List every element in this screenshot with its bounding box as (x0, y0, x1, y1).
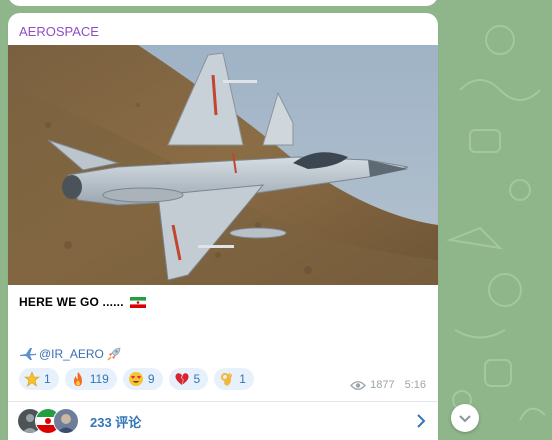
message-text: HERE WE GO ...... (19, 295, 147, 309)
fighter-jet-photo (8, 45, 438, 285)
message-body: HERE WE GO ...... (19, 295, 124, 309)
reaction-count: 9 (147, 372, 155, 386)
fire-icon (73, 372, 82, 386)
message-meta: 1877 5:16 (350, 379, 426, 391)
heart-eyes-icon (128, 372, 143, 386)
reaction-count: 5 (193, 372, 201, 386)
eye-views-icon (350, 380, 366, 390)
reaction-count: 1 (44, 372, 51, 386)
airplane-icon (20, 348, 36, 360)
iran-flag-icon (130, 297, 147, 308)
reaction-count: 1 (239, 372, 246, 386)
reaction-star[interactable]: 1 (19, 368, 59, 390)
views-count: 1877 (370, 379, 395, 391)
channel-name[interactable]: AEROSPACE (19, 24, 99, 39)
reactions-bar: 1 119 9 5 1 (19, 368, 254, 390)
reaction-broken-heart[interactable]: 5 (168, 368, 209, 390)
channel-post: AEROSPACE HERE WE GO ...... @IR_AERO 1 1… (8, 13, 438, 440)
message-time: 5:16 (404, 379, 426, 391)
reaction-heart-eyes[interactable]: 9 (122, 368, 163, 390)
avatar (53, 408, 79, 434)
scroll-to-bottom-button[interactable] (451, 404, 479, 432)
comments-label: 233 评论 (90, 415, 142, 430)
post-photo[interactable] (8, 45, 438, 285)
broken-heart-icon (174, 373, 189, 385)
ok-hand-icon (221, 373, 233, 386)
comments-button[interactable]: 233 评论 (8, 402, 438, 440)
rocket-icon (107, 347, 121, 361)
commenter-avatars (17, 408, 81, 434)
mention-line: @IR_AERO (19, 346, 122, 362)
chevron-down-icon (459, 415, 471, 423)
reaction-fire[interactable]: 119 (64, 368, 117, 390)
star-icon (24, 371, 40, 387)
reaction-ok-hand[interactable]: 1 (214, 368, 254, 390)
channel-mention-link[interactable]: @IR_AERO (39, 347, 104, 361)
chevron-right-icon (417, 414, 426, 428)
reaction-count: 119 (89, 372, 109, 386)
previous-message-bubble (8, 0, 438, 6)
